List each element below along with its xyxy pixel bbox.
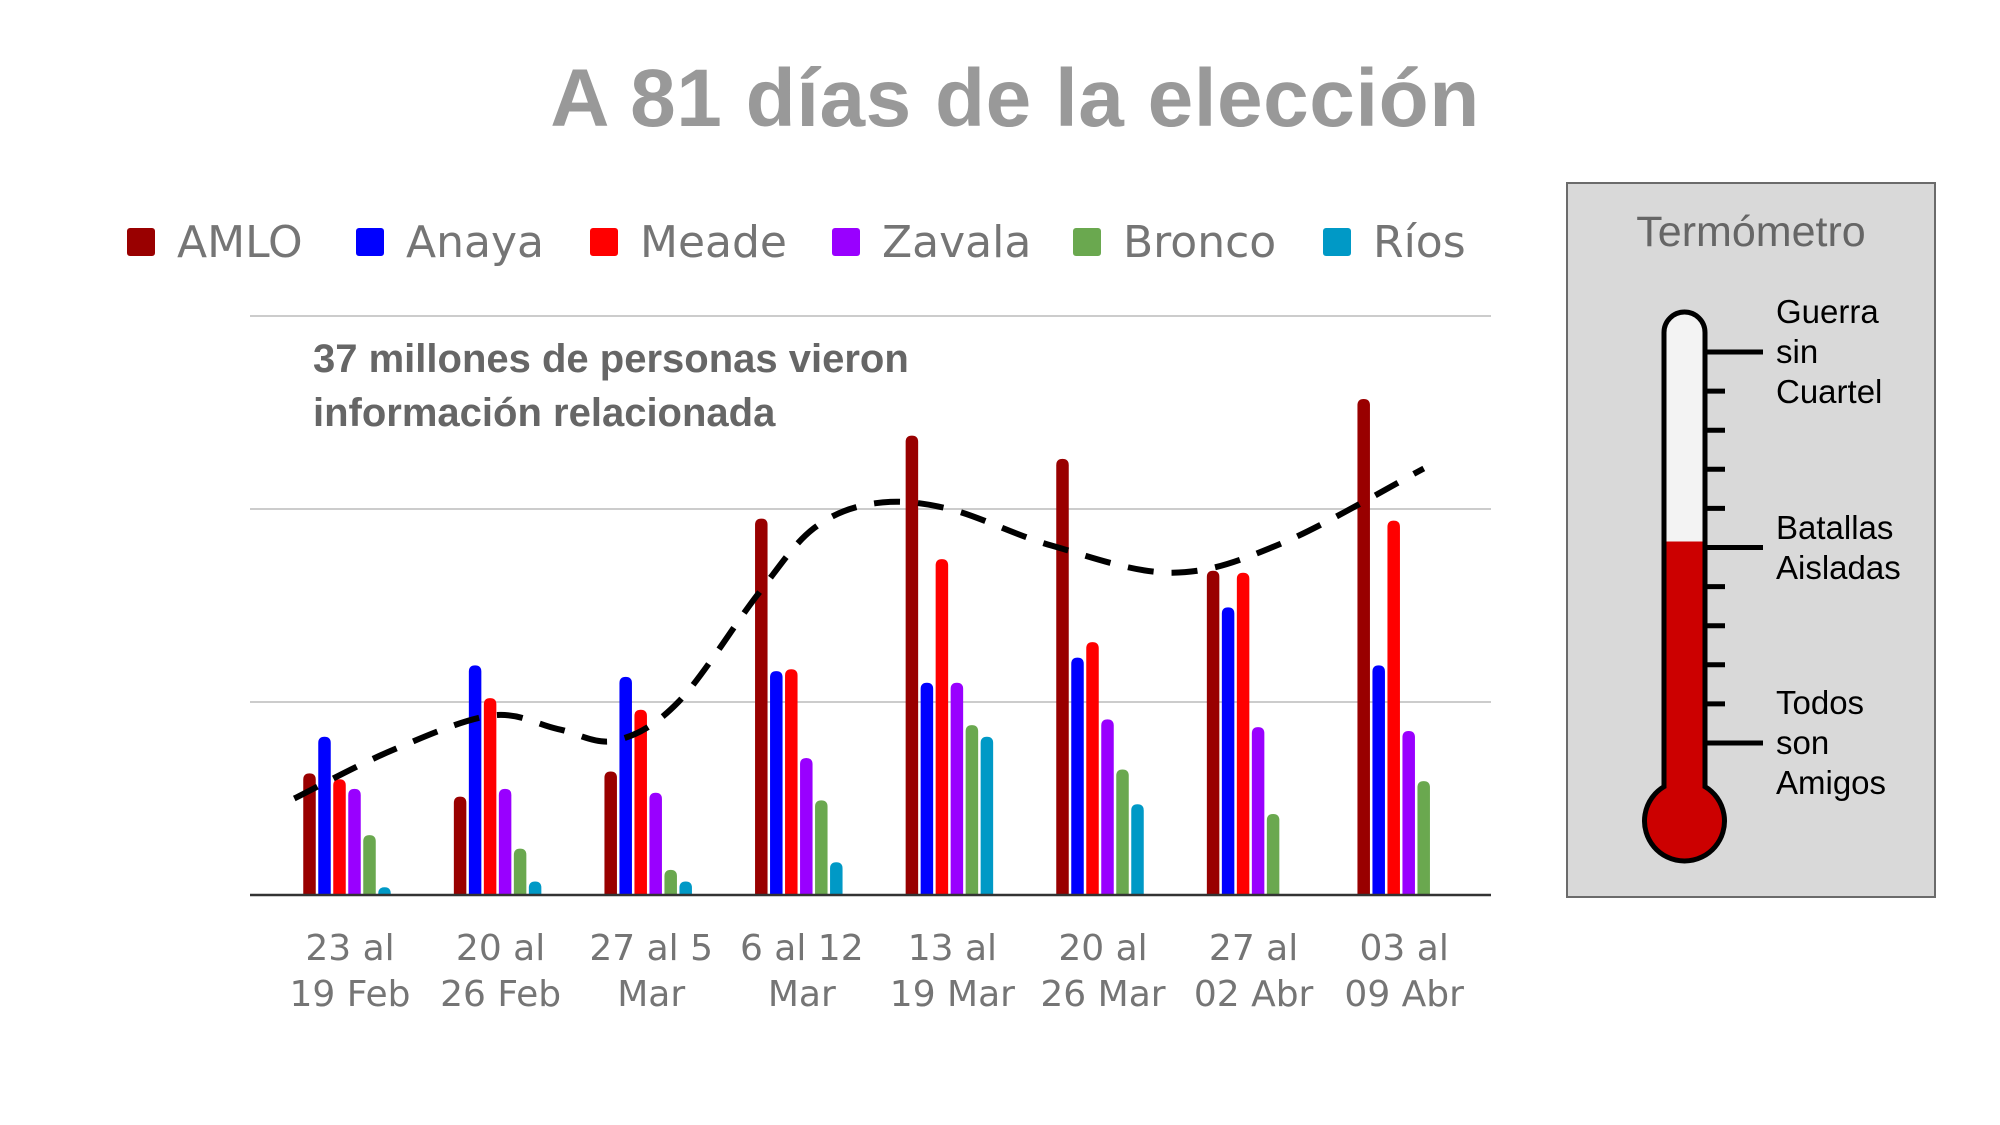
bar-bronco xyxy=(1266,813,1280,895)
bar-group-6 xyxy=(1056,458,1144,895)
bar-zavala xyxy=(649,792,662,895)
bar-rios xyxy=(980,736,994,895)
x-tick-label: 27 al 5 Mar xyxy=(589,928,713,1015)
bar-bronco xyxy=(815,800,828,895)
thermometer-label-line: Todos xyxy=(1776,684,1865,721)
bar-amlo xyxy=(905,435,919,895)
chart-annotation: 37 millones de personas vieron informaci… xyxy=(313,332,909,440)
bar-meade xyxy=(333,779,346,895)
x-tick-label: 20 al 26 Mar xyxy=(1040,928,1165,1015)
bar-group-3 xyxy=(604,676,692,895)
bar-anaya xyxy=(920,682,934,895)
x-tick-label: 6 al 12 Mar xyxy=(740,928,864,1015)
bar-zavala xyxy=(800,757,813,895)
x-tick-label: 23 al 19 Feb xyxy=(290,928,411,1015)
bar-zavala xyxy=(1402,730,1415,895)
bar-group-7 xyxy=(1206,570,1280,895)
thermometer-label-line: Guerra xyxy=(1776,293,1879,330)
bar-rios xyxy=(528,881,542,895)
bar-meade xyxy=(1236,572,1250,895)
thermometer-label-line: Aisladas xyxy=(1776,548,1901,586)
annotation-line-1: 37 millones de personas vieron xyxy=(313,337,909,381)
bar-zavala xyxy=(498,788,512,895)
thermometer-level-todos-son-amigos: Todos son Amigos xyxy=(1776,683,1886,803)
x-tick-label: 13 al 19 Mar xyxy=(890,928,1015,1015)
bar-amlo xyxy=(755,518,768,895)
bar-meade xyxy=(1387,520,1400,895)
bar-amlo xyxy=(453,796,467,895)
bar-amlo xyxy=(1206,570,1220,895)
bar-group-2 xyxy=(453,665,542,895)
bar-bronco xyxy=(664,869,677,895)
thermometer-level-guerra-sin-cuartel: Guerra sin Cuartel xyxy=(1776,292,1882,412)
bar-group-1 xyxy=(303,736,391,895)
thermometer-fill xyxy=(1664,541,1705,821)
annotation-line-2: información relacionada xyxy=(313,391,776,435)
bar-meade xyxy=(483,698,497,895)
bar-zavala xyxy=(950,682,964,895)
bar-meade xyxy=(634,709,647,895)
bar-group-4 xyxy=(755,518,843,895)
bar-anaya xyxy=(770,671,783,895)
x-tick-label: 20 al 26 Feb xyxy=(440,928,561,1015)
bar-meade xyxy=(785,669,798,895)
thermometer-panel: Termómetro Guerra sin Cuartel Batallas Aisla… xyxy=(1566,182,1936,898)
thermometer-level-batallas-aisladas: Batallas Aisladas xyxy=(1776,508,1901,588)
thermometer-label-line: Cuartel xyxy=(1776,373,1883,410)
bars xyxy=(303,398,1430,895)
thermometer-label-line: sin xyxy=(1776,333,1819,370)
bar-rios xyxy=(1131,804,1144,895)
x-axis: 23 al 19 Feb 20 al 26 Feb 27 al 5 Mar 6 al 12 M… xyxy=(250,893,1491,1015)
bar-amlo xyxy=(1357,398,1370,895)
bar-anaya xyxy=(318,736,331,895)
bar-anaya xyxy=(619,676,632,895)
bar-zavala xyxy=(348,788,361,895)
bar-anaya xyxy=(1372,665,1385,895)
bar-anaya xyxy=(1221,607,1235,895)
x-tick-label: 27 al 02 Abr xyxy=(1194,928,1314,1015)
bar-zavala xyxy=(1101,719,1114,895)
bar-anaya xyxy=(1071,657,1084,895)
bar-amlo xyxy=(1056,458,1069,895)
bar-zavala xyxy=(1251,727,1265,895)
bar-meade xyxy=(935,559,949,895)
bar-rios xyxy=(679,881,692,895)
bar-amlo xyxy=(604,771,617,895)
bar-bronco xyxy=(1417,781,1430,895)
thermometer-label-line: Batallas xyxy=(1776,508,1894,546)
bar-meade xyxy=(1086,642,1099,895)
thermometer-label-line: Amigos xyxy=(1776,764,1887,801)
thermometer-label-line: son xyxy=(1776,724,1830,761)
bar-bronco xyxy=(363,835,376,895)
bar-bronco xyxy=(513,848,527,895)
bar-bronco xyxy=(965,725,979,895)
bar-bronco xyxy=(1116,769,1129,895)
bar-rios xyxy=(830,862,843,895)
bar-anaya xyxy=(468,665,482,895)
x-tick-label: 03 al 09 Abr xyxy=(1344,928,1464,1015)
